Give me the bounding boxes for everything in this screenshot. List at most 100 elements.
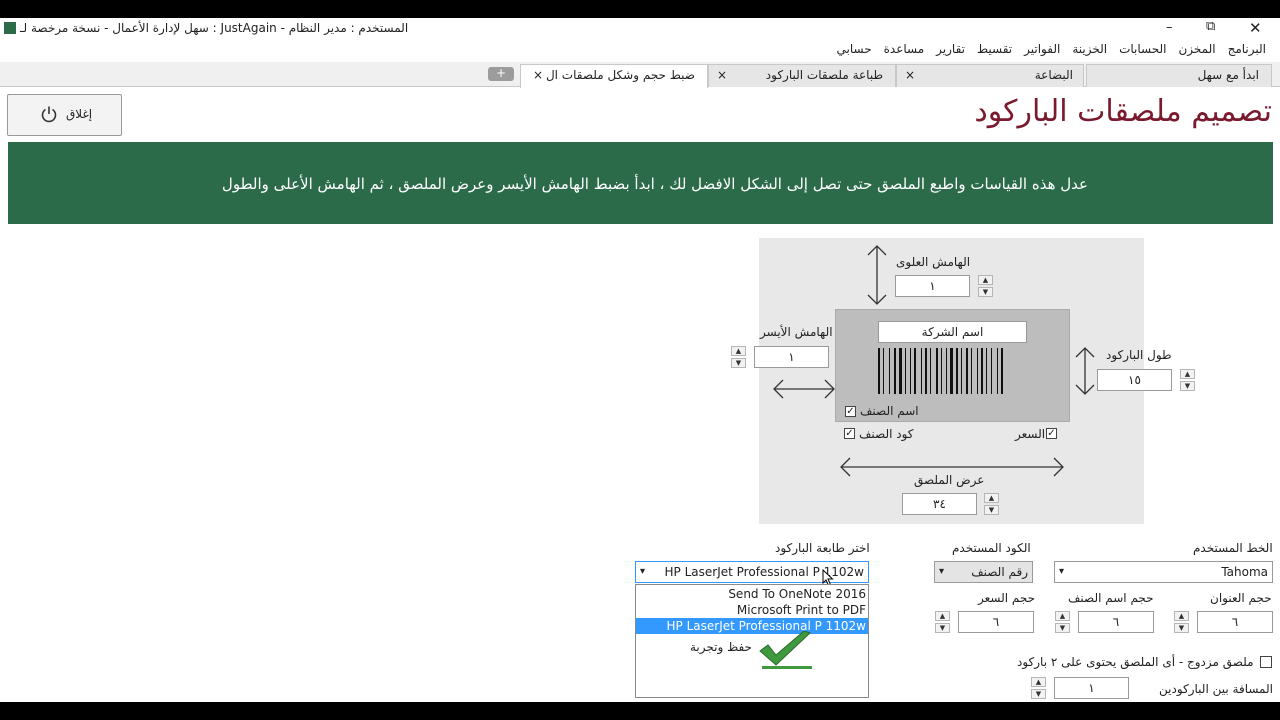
spin-up-icon[interactable]: ▲ <box>978 275 993 285</box>
price-checkbox[interactable]: ✓ <box>1046 428 1057 439</box>
tab-close-icon[interactable]: × <box>905 65 915 85</box>
menu-item[interactable]: تقسيط <box>977 40 1012 58</box>
font-select[interactable]: Tahoma ▾ <box>1054 561 1273 583</box>
title-size-label: حجم العنوان <box>1210 591 1272 605</box>
code-label: الكود المستخدم <box>952 541 1031 555</box>
barcode-gap-input[interactable]: ١ <box>1054 677 1129 699</box>
save-test-label: حفظ وتجربة <box>690 640 752 654</box>
barcode-gap-spinner[interactable]: ▲ ▼ <box>1031 677 1046 699</box>
top-margin-label: الهامش العلوى <box>896 255 971 269</box>
tab-goods[interactable]: البضاعة × <box>896 64 1084 87</box>
tab-start[interactable]: ابدأ مع سهل <box>1086 64 1272 87</box>
spin-up-icon[interactable]: ▲ <box>1180 369 1195 379</box>
spin-up-icon[interactable]: ▲ <box>1174 611 1189 621</box>
double-label-checkbox[interactable] <box>1260 656 1272 668</box>
tab-label: طباعة ملصقات الباركود <box>765 68 883 82</box>
top-margin-input[interactable]: ١ <box>895 275 970 297</box>
label-width-spinner[interactable]: ▲ ▼ <box>984 493 999 515</box>
barcode-bar <box>946 348 947 394</box>
barcode-image <box>878 348 1003 394</box>
barcode-bar <box>950 348 953 394</box>
tab-strip: ابدأ مع سهل البضاعة × طباعة ملصقات البار… <box>0 62 1280 88</box>
save-test-button[interactable]: حفظ وتجربة <box>686 631 816 675</box>
label-width-input[interactable]: ٣٤ <box>902 493 977 515</box>
item-name-size-label: حجم اسم الصنف <box>1068 591 1154 605</box>
code-select[interactable]: رقم الصنف ▾ <box>934 561 1033 583</box>
menu-item[interactable]: البرنامج <box>1228 40 1266 58</box>
tab-print-labels[interactable]: طباعة ملصقات الباركود × <box>708 64 896 87</box>
double-label-text: ملصق مزدوج - أى الملصق يحتوى على ٢ باركو… <box>1017 655 1254 669</box>
new-tab-button[interactable]: + <box>488 67 514 81</box>
spin-up-icon[interactable]: ▲ <box>1031 677 1046 687</box>
barcode-bar <box>936 348 938 394</box>
barcode-bar <box>905 348 906 394</box>
item-name-size-spinner[interactable]: ▲ ▼ <box>1055 611 1070 633</box>
barcode-height-spinner[interactable]: ▲ ▼ <box>1180 369 1195 391</box>
barcode-bar <box>941 348 942 394</box>
title-size-input[interactable]: ٦ <box>1197 611 1273 633</box>
spin-down-icon[interactable]: ▼ <box>1180 381 1195 391</box>
close-window-button[interactable]: ✕ <box>1249 19 1262 37</box>
menu-item[interactable]: الخزينة <box>1072 40 1107 58</box>
tab-label-size[interactable]: ضبط حجم وشكل ملصقات ال × <box>520 64 708 88</box>
close-button[interactable]: إغلاق <box>7 94 122 136</box>
barcode-bar <box>910 348 911 394</box>
screen-top-border <box>0 0 1280 18</box>
barcode-bar <box>981 348 983 394</box>
menu-item[interactable]: مساعدة <box>884 40 925 58</box>
tab-close-icon[interactable]: × <box>533 65 543 85</box>
barcode-bar <box>878 348 880 394</box>
printer-option[interactable]: Microsoft Print to PDF <box>636 602 868 618</box>
printer-option[interactable]: HP LaserJet Professional P 1102w <box>636 618 868 634</box>
barcode-bar <box>894 348 896 394</box>
spin-down-icon[interactable]: ▼ <box>935 623 950 633</box>
item-name-checkbox[interactable]: ✓ <box>845 406 856 417</box>
barcode-gap-label: المسافة بين الباركودين <box>1159 682 1273 696</box>
spin-down-icon[interactable]: ▼ <box>1031 689 1046 699</box>
spin-up-icon[interactable]: ▲ <box>731 346 746 356</box>
minimize-button[interactable]: – <box>1166 20 1173 35</box>
item-name-size-input[interactable]: ٦ <box>1078 611 1154 633</box>
barcode-height-input[interactable]: ١٥ <box>1097 369 1172 391</box>
spin-down-icon[interactable]: ▼ <box>984 505 999 515</box>
left-margin-label: الهامش الأيسر <box>760 325 833 339</box>
horizontal-arrow-icon <box>773 379 835 399</box>
app-icon <box>4 22 16 34</box>
price-size-spinner[interactable]: ▲ ▼ <box>935 611 950 633</box>
font-value: Tahoma <box>1221 565 1268 579</box>
chevron-down-icon: ▾ <box>1059 566 1065 577</box>
instructions-banner: عدل هذه القياسات واطبع الملصق حتى تصل إل… <box>8 142 1273 224</box>
menu-item[interactable]: تقارير <box>936 40 965 58</box>
barcode-height-label: طول الباركود <box>1106 348 1172 362</box>
tab-close-icon[interactable]: × <box>717 65 727 85</box>
spin-down-icon[interactable]: ▼ <box>1055 623 1070 633</box>
price-size-input[interactable]: ٦ <box>958 611 1034 633</box>
barcode-bar <box>966 348 968 394</box>
spin-up-icon[interactable]: ▲ <box>1055 611 1070 621</box>
company-name-box[interactable]: اسم الشركة <box>878 321 1027 343</box>
top-margin-spinner[interactable]: ▲ ▼ <box>978 275 993 297</box>
plus-icon: + <box>495 66 507 80</box>
barcode-bar <box>1001 348 1003 394</box>
spin-down-icon[interactable]: ▼ <box>978 287 993 297</box>
barcode-bar <box>977 348 978 394</box>
item-code-checkbox[interactable]: ✓ <box>844 428 855 439</box>
spin-down-icon[interactable]: ▼ <box>1174 623 1189 633</box>
barcode-bar <box>930 348 931 394</box>
page-title: تصميم ملصقات الباركود <box>974 94 1272 129</box>
left-margin-input[interactable]: ١ <box>754 346 829 368</box>
tab-label: ضبط حجم وشكل ملصقات ال <box>545 68 695 82</box>
menu-item[interactable]: حسابي <box>837 40 872 58</box>
restore-button[interactable]: ⧉ <box>1206 19 1215 34</box>
menu-item[interactable]: المخزن <box>1178 40 1215 58</box>
barcode-bar <box>961 348 962 394</box>
spin-up-icon[interactable]: ▲ <box>935 611 950 621</box>
spin-up-icon[interactable]: ▲ <box>984 493 999 503</box>
left-margin-spinner[interactable]: ▲ ▼ <box>731 346 746 368</box>
spin-down-icon[interactable]: ▼ <box>731 358 746 368</box>
printer-option[interactable]: Send To OneNote 2016 <box>636 586 868 602</box>
menu-item[interactable]: الحسابات <box>1119 40 1166 58</box>
label-width-label: عرض الملصق <box>914 473 985 487</box>
title-size-spinner[interactable]: ▲ ▼ <box>1174 611 1189 633</box>
menu-item[interactable]: الفواتير <box>1024 40 1060 58</box>
